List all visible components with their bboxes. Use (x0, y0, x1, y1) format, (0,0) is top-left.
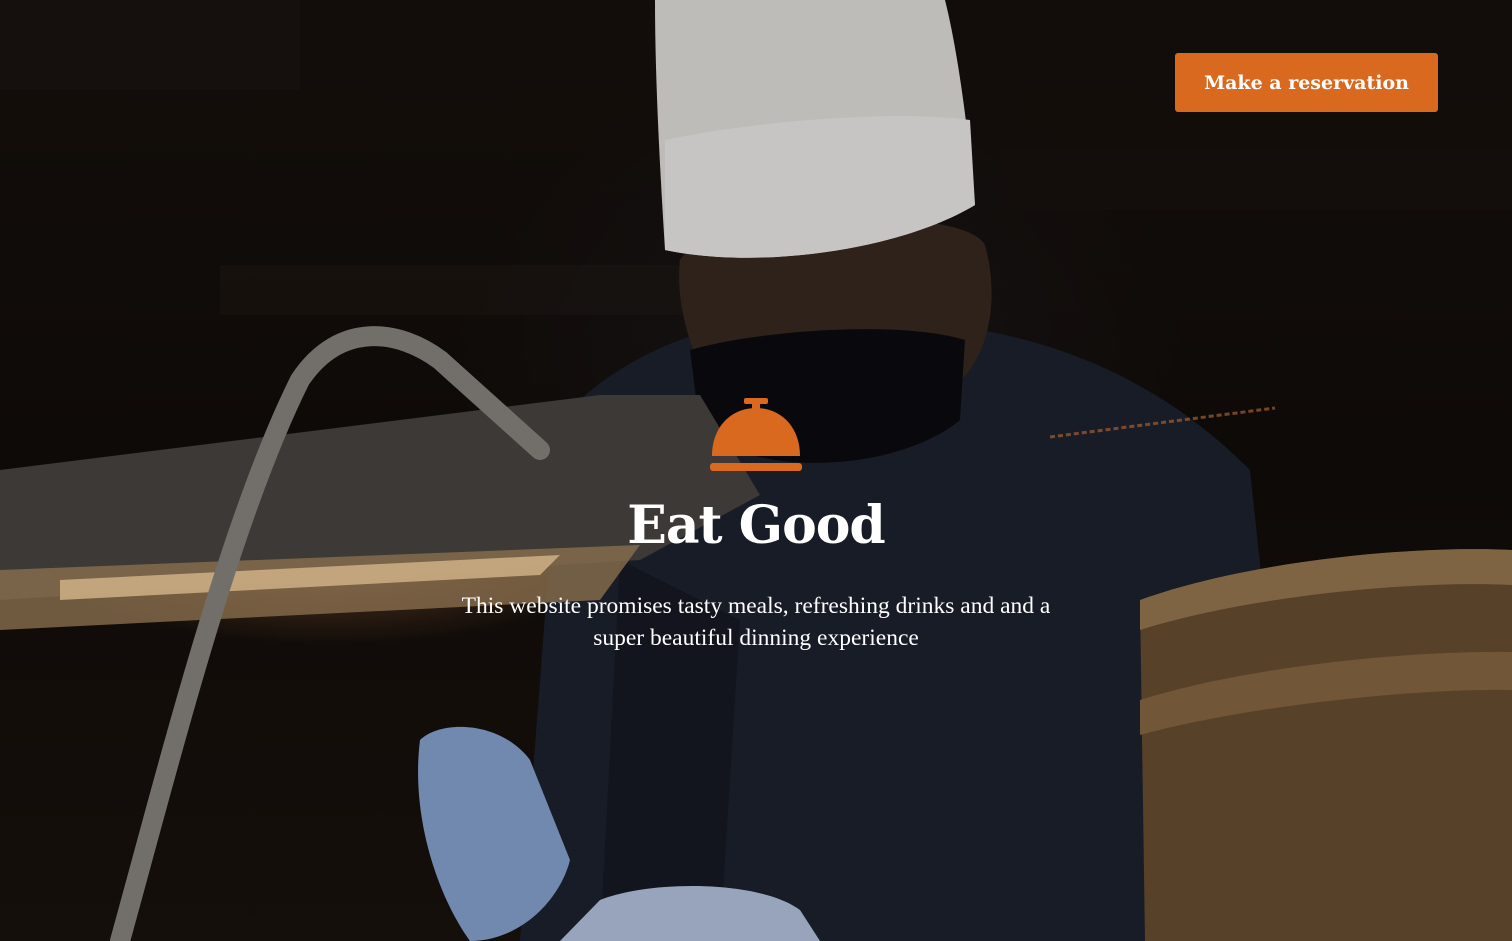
service-bell-cloche-icon (710, 398, 802, 471)
hero-section: Make a reservation Eat Good This website… (0, 0, 1512, 941)
make-reservation-button[interactable]: Make a reservation (1175, 53, 1438, 112)
page-title: Eat Good (627, 495, 886, 556)
hero-content: Eat Good This website promises tasty mea… (356, 396, 1156, 654)
hero-subtitle: This website promises tasty meals, refre… (461, 593, 1051, 651)
